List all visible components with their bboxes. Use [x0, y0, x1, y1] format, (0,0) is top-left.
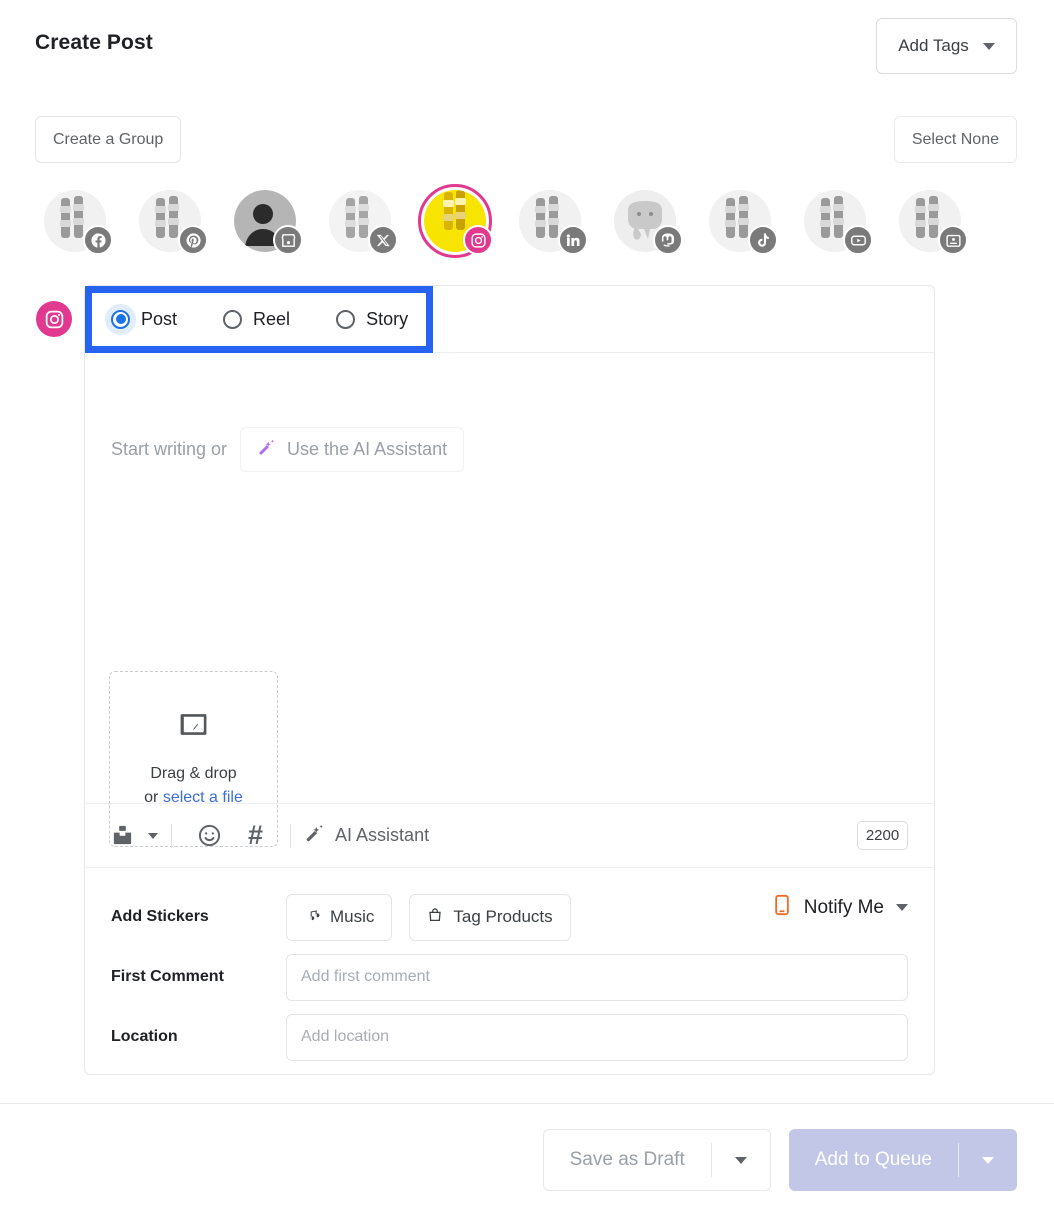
magic-wand-icon: [257, 438, 276, 462]
chevron-down-icon: [982, 1156, 994, 1164]
account-selector: [44, 184, 968, 258]
ai-assistant-button[interactable]: AI Assistant: [304, 823, 429, 849]
image-icon: [178, 709, 209, 745]
post-type-radio-group: Post Reel Story: [111, 309, 408, 330]
post-type-label: Story: [366, 308, 409, 329]
hashtag-icon[interactable]: #: [248, 822, 263, 849]
add-to-queue-label: Add to Queue: [814, 1149, 932, 1170]
page-title: Create Post: [35, 31, 153, 54]
tiktok-icon: [748, 225, 778, 255]
account-youtube[interactable]: [804, 190, 873, 255]
page-header: Create Post Add Tags: [0, 0, 1054, 92]
radio-icon: [223, 309, 243, 329]
mobile-phone-icon: [772, 894, 792, 921]
mastodon-icon: [653, 225, 683, 255]
add-tags-button[interactable]: Add Tags: [876, 18, 1017, 74]
create-group-label: Create a Group: [53, 130, 164, 148]
upload-dropdown-caret[interactable]: [148, 832, 158, 839]
music-label: Music: [330, 907, 375, 926]
linkedin-icon: [558, 225, 588, 255]
account-instagram[interactable]: [418, 184, 493, 258]
upload-icon[interactable]: [111, 824, 134, 847]
account-linkedin[interactable]: [519, 190, 588, 255]
footer-actions: Save as Draft Add to Queue: [0, 1104, 1054, 1216]
save-as-draft-label: Save as Draft: [569, 1149, 685, 1170]
chevron-down-icon: [982, 42, 995, 50]
add-tags-label: Add Tags: [898, 36, 969, 55]
radio-icon: [336, 309, 356, 329]
account-google-business-profile[interactable]: [899, 190, 968, 255]
pinterest-icon: [178, 225, 208, 255]
compose-placeholder-text: Start writing or: [111, 439, 228, 459]
tag-products-button[interactable]: Tag Products: [409, 893, 571, 941]
post-editor-panel: Post Reel Story Start writing or Use the…: [84, 285, 935, 1075]
account-mastodon[interactable]: [614, 190, 683, 255]
location-label: Location: [111, 1028, 178, 1045]
notify-me-label: Notify Me: [803, 896, 884, 918]
music-button[interactable]: Music: [286, 893, 393, 941]
instagram-icon: [463, 225, 493, 255]
shopping-bag-icon: [427, 907, 443, 928]
post-type-label: Reel: [253, 308, 291, 329]
chevron-down-icon: [734, 1156, 747, 1164]
compose-area[interactable]: Start writing or Use the AI Assistant Dr…: [85, 353, 934, 847]
magic-wand-icon: [304, 823, 325, 849]
account-pinterest[interactable]: [139, 190, 208, 255]
toolbar-divider: [171, 823, 172, 848]
instagram-icon: [36, 301, 72, 337]
select-none-button[interactable]: Select None: [893, 116, 1017, 163]
location-row: Location: [111, 1012, 908, 1062]
post-type-row: Post Reel Story: [85, 286, 934, 353]
storefront-icon: [273, 225, 303, 255]
ai-assistant-label: AI Assistant: [335, 825, 430, 845]
character-counter: 2200: [857, 821, 908, 850]
account-tiktok[interactable]: [709, 190, 778, 255]
account-facebook[interactable]: [44, 190, 113, 255]
x-icon: [368, 225, 398, 255]
account-google-business[interactable]: [234, 190, 303, 255]
first-comment-input[interactable]: [286, 953, 908, 1001]
use-ai-assistant-button[interactable]: Use the AI Assistant: [240, 427, 465, 472]
facebook-icon: [83, 225, 113, 255]
save-as-draft-dropdown[interactable]: [712, 1130, 770, 1190]
save-as-draft-button[interactable]: Save as Draft: [542, 1129, 771, 1191]
add-to-queue-button[interactable]: Add to Queue: [788, 1129, 1017, 1191]
first-comment-label: First Comment: [111, 968, 224, 985]
emoji-icon[interactable]: [197, 823, 222, 848]
add-to-queue-dropdown[interactable]: [959, 1129, 1017, 1191]
notify-me-dropdown[interactable]: Notify Me: [772, 894, 908, 921]
tag-products-label: Tag Products: [453, 907, 553, 926]
youtube-icon: [843, 225, 873, 255]
toolbar-divider: [290, 823, 292, 848]
account-x[interactable]: [329, 190, 398, 255]
location-input[interactable]: [286, 1013, 908, 1061]
post-options: Add Stickers Music Tag Products Notify M…: [85, 868, 934, 1062]
first-comment-row: First Comment: [111, 952, 908, 1002]
editor-toolbar: # AI Assistant 2200: [85, 803, 934, 868]
compose-placeholder: Start writing or Use the AI Assistant: [111, 427, 465, 472]
music-note-icon: [304, 907, 320, 928]
post-type-option-post[interactable]: Post: [111, 309, 177, 330]
post-type-option-story[interactable]: Story: [336, 309, 408, 330]
post-type-option-reel[interactable]: Reel: [223, 309, 290, 330]
post-type-label: Post: [141, 308, 178, 329]
create-post-screen: Create Post Add Tags Create a Group Sele…: [0, 0, 1054, 1216]
select-none-label: Select None: [911, 130, 999, 148]
dropzone-line1: Drag & drop: [150, 764, 237, 782]
create-group-button[interactable]: Create a Group: [35, 116, 182, 163]
add-stickers-label: Add Stickers: [111, 908, 209, 925]
profile-card-icon: [938, 225, 968, 255]
add-stickers-row: Add Stickers Music Tag Products Notify M…: [111, 892, 908, 942]
radio-icon: [111, 309, 130, 329]
chevron-down-icon: [896, 904, 908, 911]
ai-chip-label: Use the AI Assistant: [287, 439, 448, 459]
